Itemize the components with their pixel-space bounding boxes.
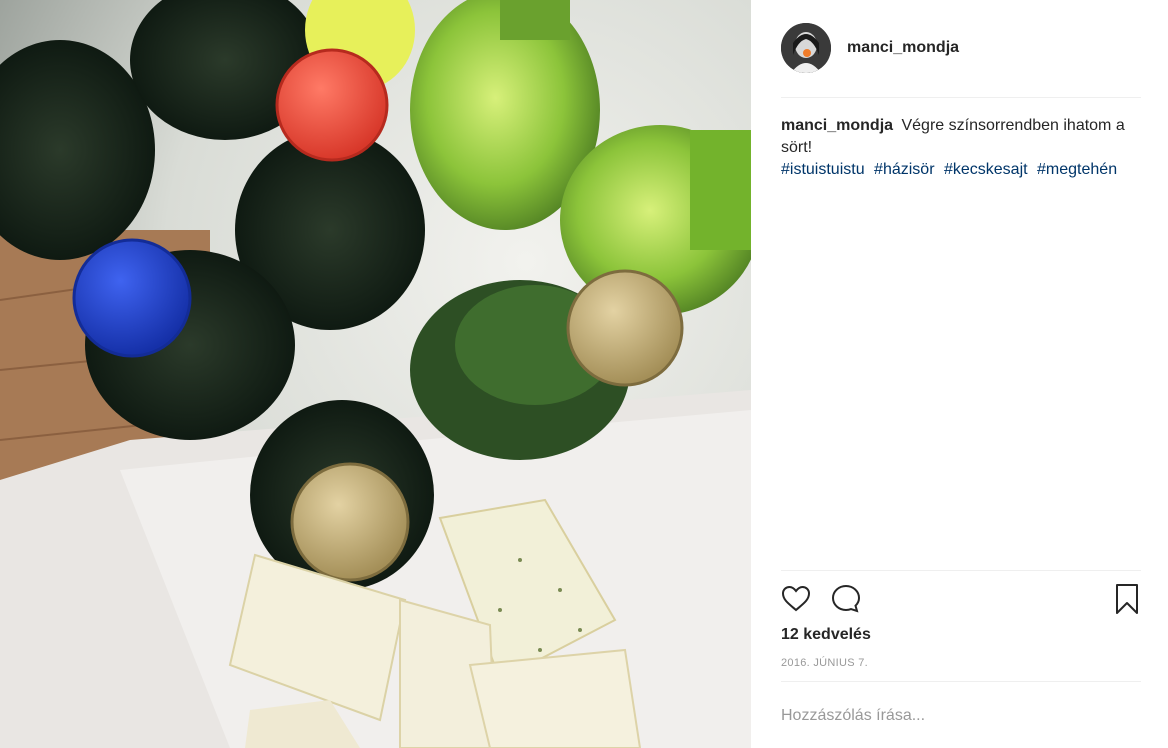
post-header: manci_mondja	[781, 22, 1141, 74]
like-button[interactable]	[779, 582, 813, 616]
comment-form	[781, 700, 1141, 732]
speech-bubble-icon	[831, 584, 861, 613]
avatar[interactable]	[781, 23, 831, 73]
divider	[781, 97, 1141, 98]
heart-icon	[781, 585, 811, 612]
post-date: 2016. JÚNIUS 7.	[781, 657, 869, 669]
post-details-panel: manci_mondja manci_mondja Végre színsorr…	[751, 0, 1168, 748]
divider	[781, 681, 1141, 682]
hashtag-list: #istuistuistu #házisör #kecskesajt #megt…	[781, 159, 1141, 181]
comment-input[interactable]	[781, 700, 1141, 732]
post-actions	[779, 582, 1141, 616]
hashtag-link[interactable]: #kecskesajt	[944, 161, 1028, 178]
divider	[781, 570, 1141, 571]
hashtag-link[interactable]: #házisör	[874, 161, 934, 178]
hashtag-link[interactable]: #megtehén	[1037, 161, 1117, 178]
beer-bottles-and-cheese-image	[0, 0, 751, 748]
save-button[interactable]	[1110, 582, 1144, 616]
likes-count[interactable]: 12 kedvelés	[781, 626, 871, 644]
post-photo[interactable]	[0, 0, 751, 748]
comment-button[interactable]	[829, 582, 863, 616]
hashtag-link[interactable]: #istuistuistu	[781, 161, 865, 178]
post-caption: manci_mondja Végre színsorrendben ihatom…	[781, 115, 1141, 181]
header-username[interactable]: manci_mondja	[847, 39, 959, 57]
bookmark-icon	[1116, 584, 1138, 614]
caption-username[interactable]: manci_mondja	[781, 117, 893, 134]
